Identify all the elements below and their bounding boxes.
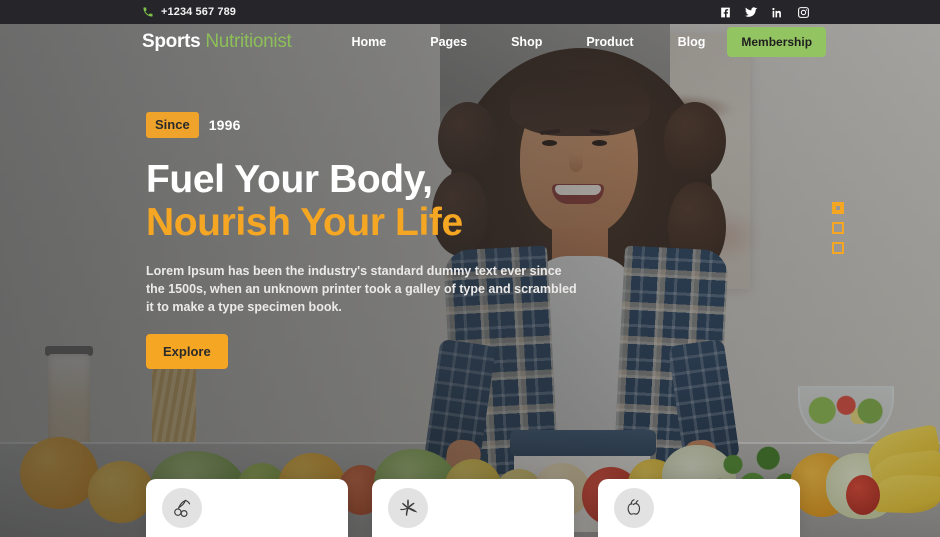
slider-dot-2[interactable] <box>832 222 844 234</box>
hero-headline: Fuel Your Body, Nourish Your Life <box>146 158 616 244</box>
hero-content: Since 1996 Fuel Your Body, Nourish Your … <box>146 112 616 369</box>
site-logo[interactable]: Sports Nutritionist <box>142 31 292 53</box>
feature-icon-circle <box>162 488 202 528</box>
slider-pagination <box>832 202 844 254</box>
cherries-icon <box>174 499 191 517</box>
instagram-icon[interactable] <box>797 6 810 19</box>
feature-cards <box>0 479 940 537</box>
feature-card[interactable] <box>598 479 800 537</box>
feature-card[interactable] <box>372 479 574 537</box>
since-row: Since 1996 <box>146 112 616 138</box>
nav-item-product[interactable]: Product <box>564 35 655 49</box>
since-badge: Since <box>146 112 199 138</box>
slider-dot-1[interactable] <box>832 202 844 214</box>
top-utility-bar: +1234 567 789 <box>0 0 940 24</box>
nav-item-home[interactable]: Home <box>330 35 409 49</box>
membership-button[interactable]: Membership <box>727 27 827 57</box>
linkedin-icon[interactable] <box>771 6 784 19</box>
logo-secondary: Nutritionist <box>205 31 292 52</box>
twitter-icon[interactable] <box>745 6 758 19</box>
main-navigation: Sports Nutritionist Home Pages Shop Prod… <box>0 24 940 60</box>
slider-dot-3[interactable] <box>832 242 844 254</box>
headline-line-1: Fuel Your Body, <box>146 158 433 201</box>
since-year: 1996 <box>208 117 241 133</box>
flower-icon <box>400 499 418 516</box>
feature-icon-circle <box>388 488 428 528</box>
phone-icon <box>143 7 153 17</box>
apple-pear-icon <box>627 499 641 515</box>
nav-links: Home Pages Shop Product Blog <box>330 35 728 49</box>
feature-card[interactable] <box>146 479 348 537</box>
feature-icon-circle <box>614 488 654 528</box>
facebook-icon[interactable] <box>719 6 732 19</box>
social-links <box>719 6 810 19</box>
headline-line-2: Nourish Your Life <box>146 201 463 244</box>
nav-item-blog[interactable]: Blog <box>656 35 728 49</box>
explore-button[interactable]: Explore <box>146 334 228 369</box>
phone-contact[interactable]: +1234 567 789 <box>142 6 236 18</box>
nav-item-pages[interactable]: Pages <box>408 35 489 49</box>
logo-primary: Sports <box>142 31 201 52</box>
phone-number: +1234 567 789 <box>161 5 237 18</box>
nav-item-shop[interactable]: Shop <box>489 35 564 49</box>
landing-page: +1234 567 789 Sports Nutritionist Home P… <box>0 0 940 537</box>
hero-paragraph: Lorem Ipsum has been the industry's stan… <box>146 264 577 314</box>
